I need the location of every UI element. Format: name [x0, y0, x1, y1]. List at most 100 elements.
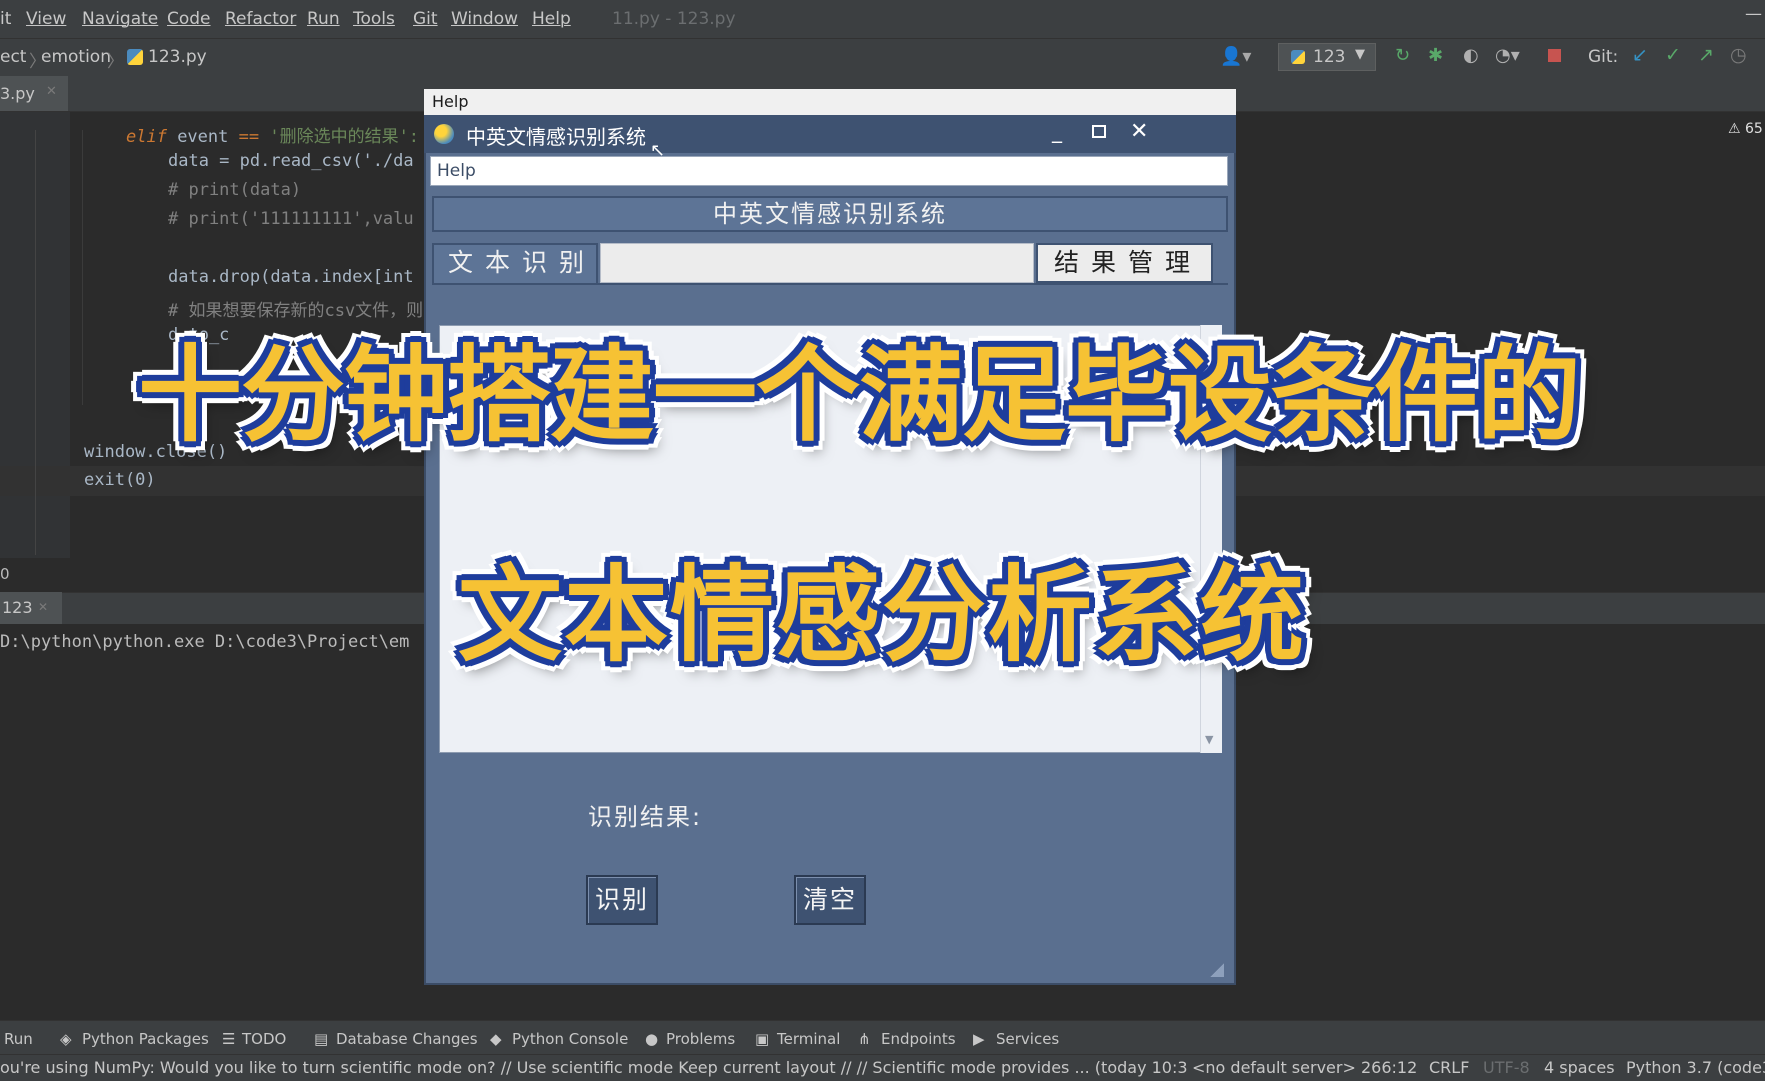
code-line: exit(0) — [84, 470, 156, 490]
scroll-down-icon[interactable]: ▼ — [1205, 733, 1213, 746]
menu-help[interactable]: Help — [532, 9, 571, 29]
status-bar: ou're using NumPy: Would you like to tur… — [0, 1054, 1765, 1081]
code-text: event — [166, 127, 239, 147]
tab-spacer — [600, 243, 1034, 283]
menu-run[interactable]: Run — [307, 9, 340, 29]
tab-text-recognition[interactable]: 文本识别 — [432, 243, 598, 283]
run-config-select[interactable]: 123 ▼ — [1278, 43, 1376, 71]
package-icon: ◈ — [60, 1030, 72, 1048]
python-icon — [1291, 50, 1305, 64]
debug-icon[interactable]: ✱ — [1428, 45, 1443, 66]
menu-bar: it View Navigate Code Refactor Run Tools… — [0, 0, 1765, 38]
mouse-cursor-icon: ↖ — [650, 140, 666, 161]
git-label: Git: — [1588, 47, 1619, 67]
menu-navigate[interactable]: Navigate — [82, 9, 158, 29]
toolwindow-todo[interactable]: TODO — [242, 1030, 286, 1048]
toolwindow-terminal[interactable]: Terminal — [777, 1030, 840, 1048]
git-commit-icon[interactable]: ✓ — [1665, 44, 1681, 66]
warning-count: 65 — [1745, 121, 1763, 137]
toolwindow-problems[interactable]: Problems — [666, 1030, 735, 1048]
status-server[interactable]: <no default server> — [1192, 1058, 1356, 1077]
endpoints-icon: ⋔ — [858, 1030, 871, 1048]
code-comment: # print('111111111',valu — [168, 209, 414, 229]
menu-git[interactable]: Git — [413, 9, 438, 29]
run-config-label: 123 — [1313, 47, 1346, 67]
coverage-icon[interactable]: ◐ — [1463, 45, 1479, 66]
status-interpreter[interactable]: Python 3.7 (code3 — [1626, 1058, 1765, 1077]
menu-refactor[interactable]: Refactor — [225, 9, 296, 29]
banner-line-1: 十分钟搭建一个满足毕设条件的 — [138, 334, 1581, 456]
editor-tab[interactable]: 3.py ✕ — [0, 76, 68, 111]
minimize-icon[interactable]: _ — [1052, 119, 1062, 143]
tool-window-bar: Run ◈ Python Packages ☰ TODO ▤ Database … — [0, 1020, 1765, 1055]
maximize-icon[interactable] — [1092, 125, 1106, 138]
banner-line-2: 文本情感分析系统 — [458, 554, 1307, 676]
row-number: 0 — [0, 565, 10, 583]
menu-help[interactable]: Help — [432, 92, 468, 111]
app-logo-icon — [434, 124, 454, 144]
chevron-down-icon: ▼ — [1355, 47, 1365, 62]
history-icon[interactable]: ◷ — [1730, 44, 1747, 66]
chevron-right-icon: 〉 — [107, 52, 124, 72]
toolwindow-python-packages[interactable]: Python Packages — [82, 1030, 209, 1048]
status-line-separator[interactable]: CRLF — [1429, 1058, 1469, 1077]
menu-edit[interactable]: it — [0, 9, 11, 29]
rerun-icon[interactable]: ↻ — [1395, 45, 1410, 66]
recognize-button[interactable]: 识别 — [586, 875, 658, 925]
python-file-icon — [127, 49, 143, 65]
profile-icon[interactable]: ◔▾ — [1495, 45, 1520, 66]
app-header: 中英文情感识别系统 — [432, 196, 1228, 232]
editor-tab-label: 3.py — [0, 84, 35, 103]
code-line: data.drop(data.index[int — [168, 267, 414, 287]
menu-window[interactable]: Window — [451, 9, 518, 29]
breadcrumb-project[interactable]: ect — [0, 47, 26, 67]
code-string: '删除选中的结果': — [259, 127, 420, 147]
close-icon[interactable]: ✕ — [46, 84, 57, 99]
status-position[interactable]: 266:12 — [1361, 1058, 1417, 1077]
app-menu-help[interactable]: Help — [437, 161, 476, 181]
warning-indicator[interactable]: ⚠ 65 — [1728, 121, 1763, 137]
tab-divider — [432, 283, 1228, 285]
status-indent[interactable]: 4 spaces — [1544, 1058, 1615, 1077]
toolwindow-python-console[interactable]: Python Console — [512, 1030, 628, 1048]
menu-tools[interactable]: Tools — [353, 9, 395, 29]
status-encoding[interactable]: UTF-8 — [1483, 1058, 1530, 1077]
status-message[interactable]: ou're using NumPy: Would you like to tur… — [0, 1058, 1188, 1077]
info-icon: ● — [645, 1030, 659, 1048]
resize-grip-icon[interactable] — [1210, 963, 1224, 977]
code-operator: == — [238, 127, 260, 147]
code-text: exit(0) — [84, 470, 156, 490]
python-console-icon: ◆ — [490, 1030, 502, 1048]
git-update-icon[interactable]: ↙ — [1632, 44, 1648, 66]
clear-button[interactable]: 清空 — [794, 875, 866, 925]
fold-guide — [35, 130, 36, 555]
user-icon[interactable]: 👤▾ — [1220, 46, 1251, 67]
run-tab[interactable]: 123 ✕ — [0, 592, 62, 624]
list-icon: ☰ — [222, 1030, 236, 1048]
tab-result-management[interactable]: 结果管理 — [1036, 243, 1213, 283]
console-command: D:\python\python.exe D:\code3\Project\em — [0, 632, 410, 652]
toolwindow-database-changes[interactable]: Database Changes — [336, 1030, 478, 1048]
toolwindow-services[interactable]: Services — [996, 1030, 1059, 1048]
services-icon: ▶ — [973, 1030, 985, 1048]
git-push-icon[interactable]: ↗ — [1698, 44, 1714, 66]
database-icon: ▤ — [314, 1030, 329, 1048]
app-title-bar: 中英文情感识别系统 _ ✕ — [424, 115, 1236, 153]
terminal-icon: ▣ — [755, 1030, 770, 1048]
toolwindow-run[interactable]: Run — [4, 1030, 33, 1048]
toolwindow-endpoints[interactable]: Endpoints — [881, 1030, 956, 1048]
close-icon[interactable]: ✕ — [1130, 119, 1148, 144]
close-icon[interactable]: ✕ — [38, 600, 48, 614]
app-menu-bar: Help — [430, 156, 1228, 186]
menu-view[interactable]: View — [26, 9, 66, 29]
navigation-bar: ect 〉 emotion 〉 123.py 👤▾ 123 ▼ ↻ ✱ ◐ ◔▾… — [0, 38, 1765, 77]
code-line: elif event == '删除选中的结果': — [126, 122, 419, 147]
window-title: 11.py - 123.py — [612, 9, 736, 29]
breadcrumb-emotion[interactable]: emotion — [41, 47, 111, 67]
code-keyword: elif — [126, 127, 167, 147]
minimize-icon[interactable]: — — [1745, 4, 1762, 24]
menu-code[interactable]: Code — [167, 9, 211, 29]
breadcrumb-file[interactable]: 123.py — [148, 47, 207, 67]
stop-icon[interactable] — [1548, 49, 1561, 62]
indent-guide — [82, 130, 83, 405]
